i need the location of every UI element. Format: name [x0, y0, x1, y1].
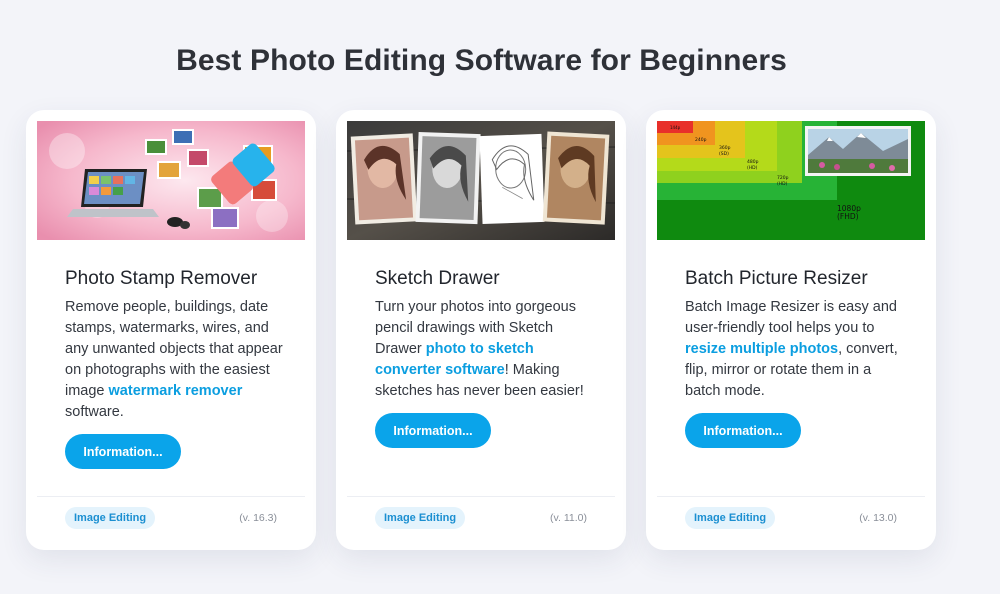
- card-photo-stamp-remover: Photo Stamp Remover Remove people, build…: [26, 110, 316, 550]
- divider: [37, 496, 305, 497]
- desc-text: software.: [65, 404, 124, 420]
- res-label: (HD): [747, 165, 758, 171]
- stamp-remover-thumbnail-icon[interactable]: [37, 121, 305, 240]
- resize-multiple-photos-link[interactable]: resize multiple photos: [685, 341, 838, 357]
- res-label: (FHD): [837, 212, 859, 221]
- res-label: 480p: [747, 159, 759, 165]
- res-label: 360p: [719, 145, 731, 151]
- category-tag[interactable]: Image Editing: [65, 507, 156, 529]
- divider: [657, 496, 925, 497]
- card-batch-picture-resizer: 144p 240p 360p (SD) 480p (HD) 720p (HD) …: [646, 110, 936, 550]
- version-label: (v. 13.0): [859, 512, 897, 524]
- card-description: Batch Image Resizer is easy and user-fri…: [685, 297, 910, 402]
- res-label: (HD): [777, 181, 788, 187]
- information-button[interactable]: Information...: [375, 413, 491, 448]
- card-description: Remove people, buildings, date stamps, w…: [65, 297, 290, 423]
- page-title: Best Photo Editing Software for Beginner…: [176, 44, 787, 77]
- information-button[interactable]: Information...: [65, 434, 181, 469]
- divider: [347, 496, 615, 497]
- desc-text: Batch Image Resizer is easy and user-fri…: [685, 299, 897, 336]
- card-title: Photo Stamp Remover: [65, 268, 258, 289]
- category-tag[interactable]: Image Editing: [375, 507, 466, 529]
- card-sketch-drawer: Sketch Drawer Turn your photos into gorg…: [336, 110, 626, 550]
- card-title: Batch Picture Resizer: [685, 268, 868, 289]
- version-label: (v. 16.3): [239, 512, 277, 524]
- res-label: (SD): [719, 151, 729, 157]
- res-label: 720p: [777, 175, 789, 181]
- watermark-remover-link[interactable]: watermark remover: [109, 383, 243, 399]
- information-button[interactable]: Information...: [685, 413, 801, 448]
- category-tag[interactable]: Image Editing: [685, 507, 776, 529]
- res-label: 144p: [670, 125, 681, 130]
- card-title: Sketch Drawer: [375, 268, 500, 289]
- resizer-thumbnail-icon[interactable]: 144p 240p 360p (SD) 480p (HD) 720p (HD) …: [657, 121, 925, 240]
- sketch-drawer-thumbnail-icon[interactable]: [347, 121, 615, 240]
- version-label: (v. 11.0): [550, 512, 587, 524]
- card-description: Turn your photos into gorgeous pencil dr…: [375, 297, 600, 402]
- res-label: 240p: [695, 137, 707, 143]
